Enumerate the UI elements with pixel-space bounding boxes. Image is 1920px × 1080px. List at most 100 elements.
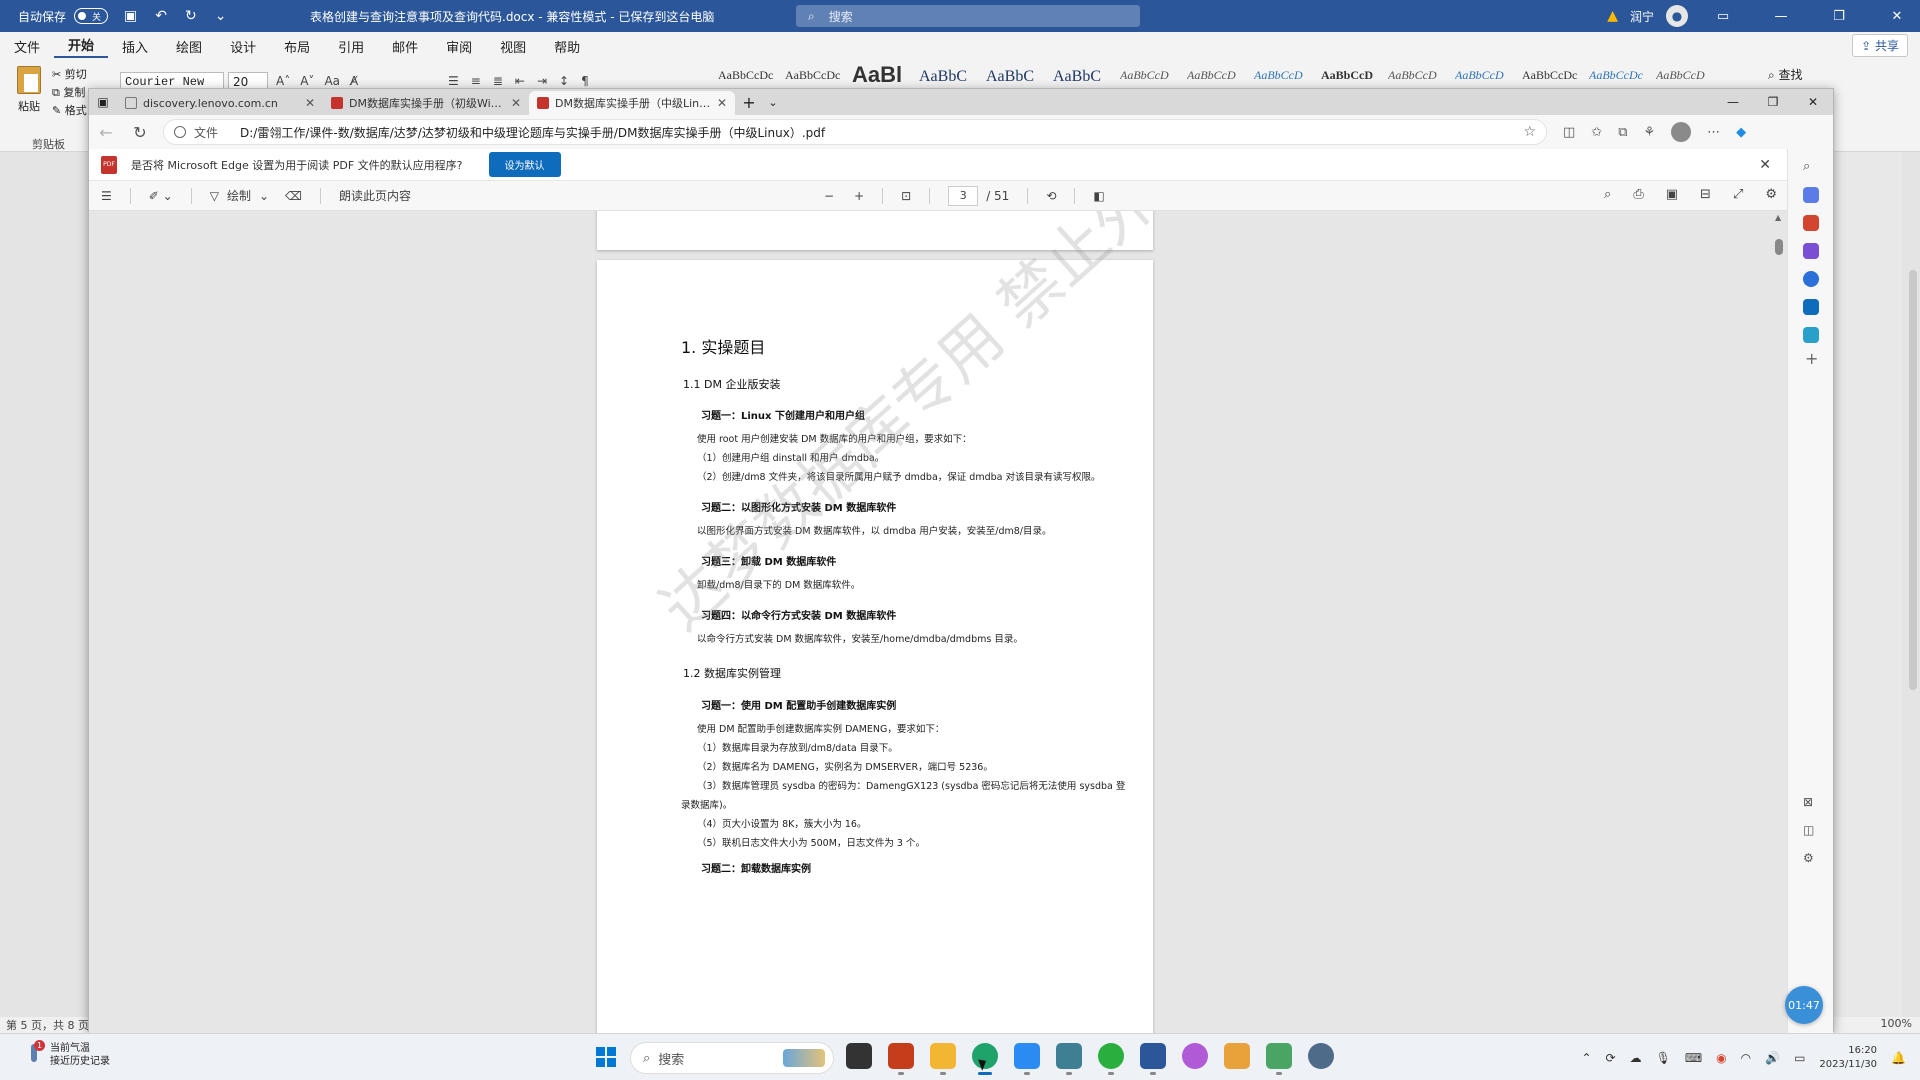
word-vertical-scrollbar[interactable] bbox=[1902, 152, 1920, 1032]
style-item[interactable]: AaBbCcD bbox=[1321, 68, 1388, 90]
ribbon-tab-mailings[interactable]: 邮件 bbox=[378, 37, 432, 56]
warning-icon[interactable]: ▲ bbox=[1607, 8, 1618, 24]
outlook-icon[interactable] bbox=[1803, 299, 1819, 315]
settings-gear-icon[interactable] bbox=[1308, 1043, 1334, 1069]
change-case-icon[interactable]: Aa bbox=[324, 74, 340, 88]
antivirus-icon[interactable]: ◉ bbox=[1716, 1051, 1726, 1065]
task-view-icon[interactable] bbox=[846, 1043, 872, 1069]
draw-label[interactable]: 绘制 bbox=[227, 187, 251, 204]
minimize-icon[interactable]: — bbox=[1713, 89, 1753, 115]
tab-actions-icon[interactable]: ▣ bbox=[89, 89, 117, 115]
ribbon-tab-layout[interactable]: 布局 bbox=[270, 37, 324, 56]
close-icon[interactable]: ✕ bbox=[1759, 157, 1771, 173]
autosave-control[interactable]: 自动保存 关 bbox=[18, 8, 109, 25]
wechat-icon[interactable] bbox=[1098, 1043, 1124, 1075]
style-item[interactable]: AaBbCcD bbox=[1254, 68, 1321, 90]
style-item[interactable]: AaBbC bbox=[1053, 68, 1120, 90]
minimize-icon[interactable]: — bbox=[1758, 9, 1804, 24]
office-icon[interactable] bbox=[1803, 271, 1819, 287]
ribbon-tab-design[interactable]: 设计 bbox=[216, 37, 270, 56]
multilevel-list-icon[interactable]: ≣ bbox=[493, 74, 503, 88]
battery-icon[interactable]: ▭ bbox=[1794, 1051, 1805, 1065]
close-tab-icon[interactable]: ✕ bbox=[305, 96, 315, 110]
autosave-toggle[interactable]: 关 bbox=[74, 8, 109, 24]
set-default-button[interactable]: 设为默认 bbox=[488, 152, 561, 177]
zoom-out-icon[interactable]: − bbox=[824, 189, 834, 203]
scroll-thumb[interactable] bbox=[1775, 239, 1783, 255]
clock[interactable]: 16:20 2023/11/30 bbox=[1819, 1044, 1877, 1072]
save-icon[interactable]: ▣ bbox=[124, 8, 137, 24]
search-icon[interactable]: ⌕ bbox=[1803, 159, 1819, 175]
powerpoint-icon[interactable] bbox=[888, 1043, 914, 1075]
page-view-icon[interactable]: ◧ bbox=[1093, 189, 1104, 203]
screen-capture-icon[interactable] bbox=[1224, 1043, 1250, 1069]
contents-icon[interactable]: ☰ bbox=[101, 189, 112, 203]
highlight-icon[interactable]: ✐ ⌄ bbox=[149, 189, 173, 203]
remote-desktop-icon[interactable] bbox=[1056, 1043, 1082, 1075]
shopping-icon[interactable] bbox=[1803, 215, 1819, 231]
spreadsheet-icon[interactable] bbox=[1266, 1043, 1292, 1075]
collections-icon[interactable]: ⧉ bbox=[1618, 125, 1627, 140]
close-icon[interactable]: ✕ bbox=[1874, 9, 1920, 24]
weather-widget[interactable]: 1 当前气温 接近历史记录 bbox=[26, 1040, 110, 1068]
file-explorer-icon[interactable] bbox=[930, 1043, 956, 1075]
shrink-font-icon[interactable]: A˅ bbox=[300, 74, 314, 88]
style-item[interactable]: AaBbCcDc bbox=[1522, 68, 1589, 90]
style-item[interactable]: AaBl bbox=[852, 62, 919, 84]
style-item[interactable]: AaBbC bbox=[919, 68, 986, 90]
split-screen-icon[interactable]: ◫ bbox=[1563, 125, 1575, 140]
screenshot-icon[interactable]: ⊠ bbox=[1803, 795, 1819, 811]
print-icon[interactable]: ⎙ bbox=[1633, 187, 1643, 202]
ribbon-tab-view[interactable]: 视图 bbox=[486, 37, 540, 56]
favorite-star-icon[interactable]: ☆ bbox=[1523, 124, 1536, 140]
floating-timer[interactable]: 01:47 bbox=[1785, 986, 1823, 1024]
new-tab-button[interactable]: + bbox=[735, 91, 763, 115]
fullscreen-icon[interactable]: ⤢ bbox=[1733, 187, 1743, 202]
sort-icon[interactable]: ↕ bbox=[559, 74, 569, 88]
notification-bell-icon[interactable]: 🔔 bbox=[1891, 1051, 1906, 1065]
taskbar-search[interactable]: ⌕ 搜索 bbox=[630, 1042, 834, 1074]
scroll-up-icon[interactable]: ▲ bbox=[1775, 213, 1781, 222]
copilot-icon[interactable]: ◆ bbox=[1736, 125, 1746, 140]
user-name[interactable]: 润宁 bbox=[1630, 8, 1654, 25]
chevron-up-icon[interactable]: ⌃ bbox=[1581, 1051, 1591, 1065]
rotate-icon[interactable]: ⟲ bbox=[1046, 189, 1056, 203]
format-painter-button[interactable]: ✎ 格式 bbox=[52, 102, 87, 118]
send-icon[interactable] bbox=[1803, 327, 1819, 343]
close-tab-icon[interactable]: ✕ bbox=[511, 96, 521, 110]
restore-icon[interactable]: ❐ bbox=[1753, 89, 1793, 115]
decrease-indent-icon[interactable]: ⇤ bbox=[515, 74, 525, 88]
cut-button[interactable]: ✂ 剪切 bbox=[52, 66, 87, 82]
search-icon[interactable]: ⌕ bbox=[1604, 187, 1611, 202]
paste-button[interactable]: 粘贴 bbox=[14, 66, 44, 114]
microphone-icon[interactable]: 🎙 bbox=[1656, 1051, 1671, 1065]
find-button[interactable]: ⌕ 查找 bbox=[1768, 66, 1803, 83]
ribbon-tab-review[interactable]: 审阅 bbox=[432, 37, 486, 56]
user-avatar[interactable]: ● bbox=[1666, 5, 1688, 27]
settings-gear-icon[interactable]: ⚙ bbox=[1803, 851, 1819, 867]
bullets-icon[interactable]: ☰ bbox=[448, 74, 459, 88]
ribbon-tab-references[interactable]: 引用 bbox=[324, 37, 378, 56]
browser-tab[interactable]: discovery.lenovo.com.cn ✕ bbox=[117, 91, 323, 115]
show-marks-icon[interactable]: ¶ bbox=[581, 74, 589, 88]
address-url[interactable]: D:/雷翎工作/课件-数/数据库/达梦/达梦初级和中级理论题库与实操手册/DM数… bbox=[240, 124, 1515, 141]
sync-icon[interactable]: ⟳ bbox=[1606, 1051, 1616, 1065]
save-icon[interactable]: ▣ bbox=[1666, 187, 1678, 202]
restore-icon[interactable]: ❐ bbox=[1816, 9, 1862, 24]
redo-icon[interactable]: ↻ bbox=[185, 8, 197, 24]
volume-icon[interactable]: 🔊 bbox=[1765, 1051, 1780, 1065]
star-app-icon[interactable] bbox=[1182, 1043, 1208, 1069]
style-item[interactable]: AaBbCcD bbox=[1656, 68, 1723, 90]
page-count-status[interactable]: 第 5 页，共 8 页 bbox=[6, 1019, 89, 1032]
extensions-icon[interactable]: ⚘ bbox=[1644, 125, 1656, 140]
style-item[interactable]: AaBbCcD bbox=[1187, 68, 1254, 90]
draw-icon[interactable]: ▽ bbox=[210, 189, 219, 203]
share-button[interactable]: ⇪ 共享 bbox=[1852, 34, 1908, 57]
word-search-box[interactable]: ⌕ 搜索 bbox=[796, 5, 1140, 27]
close-tab-icon[interactable]: ✕ bbox=[717, 96, 727, 110]
ime-icon[interactable]: ⌨ bbox=[1685, 1051, 1702, 1065]
style-item[interactable]: AaBbC bbox=[986, 68, 1053, 90]
ribbon-tab-help[interactable]: 帮助 bbox=[540, 37, 594, 56]
page-number-input[interactable]: 3 bbox=[948, 185, 979, 206]
pdf-viewer[interactable]: 1. 实操题目 1.1 DM 企业版安装 习题一：Linux 下创建用户和用户组使… bbox=[89, 211, 1789, 1033]
